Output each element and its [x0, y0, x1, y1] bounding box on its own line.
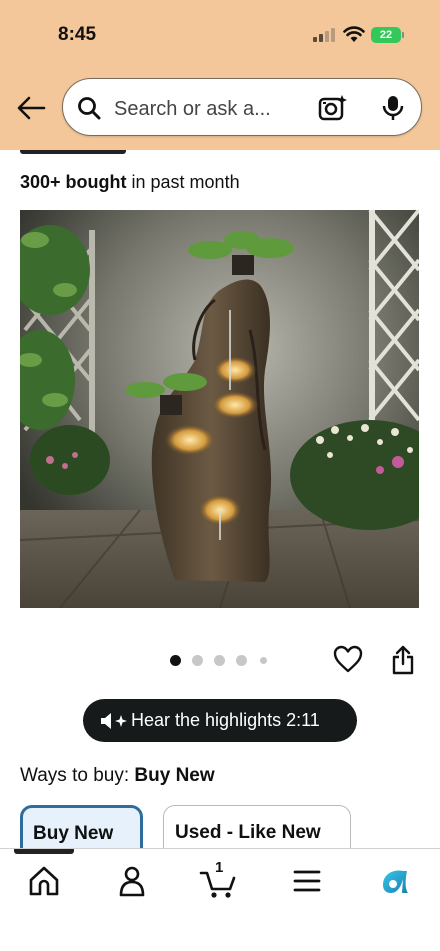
carousel-dot[interactable] — [170, 655, 181, 666]
back-arrow-icon[interactable] — [15, 94, 47, 122]
hear-highlights-button[interactable]: Hear the highlights 2:11 — [83, 699, 357, 742]
wifi-icon — [343, 26, 365, 42]
ways-to-buy-selected: Buy New — [134, 765, 215, 786]
cart-button[interactable]: 1 — [199, 859, 239, 901]
carousel-dot[interactable] — [236, 655, 247, 666]
search-placeholder: Search or ask a... — [114, 98, 271, 120]
ways-to-buy: Ways to buy: Buy New — [20, 765, 215, 787]
bought-count: 300+ bought — [20, 172, 127, 192]
camera-search-icon[interactable] — [318, 94, 348, 122]
heart-icon[interactable] — [333, 645, 363, 673]
bottom-nav: 1 — [0, 848, 440, 951]
home-icon[interactable] — [24, 861, 64, 901]
person-icon[interactable] — [112, 861, 152, 901]
search-icon — [78, 97, 101, 120]
rufus-icon[interactable] — [375, 861, 415, 901]
cart-count: 1 — [215, 859, 224, 876]
share-icon[interactable] — [391, 645, 415, 675]
search-input[interactable]: Search or ask a... — [62, 78, 422, 136]
battery-level: 22 — [379, 29, 393, 41]
image-carousel-dots[interactable] — [170, 655, 280, 667]
battery-icon: 22 — [371, 27, 404, 43]
used-like-new-label: Used - Like New — [175, 822, 321, 843]
header-area: 8:45 22 Search or ask a... — [0, 0, 440, 150]
menu-icon[interactable] — [287, 861, 327, 901]
speaker-sparkle-icon — [101, 713, 127, 729]
carousel-dot[interactable] — [260, 657, 267, 664]
previous-section-tab — [20, 150, 126, 154]
signal-icon — [313, 28, 337, 42]
bought-badge: 300+ bought in past month — [20, 172, 240, 193]
status-bar: 8:45 22 — [0, 0, 440, 70]
carousel-dot[interactable] — [214, 655, 225, 666]
status-time: 8:45 — [58, 24, 97, 45]
fountain-image — [20, 210, 419, 608]
carousel-dot[interactable] — [192, 655, 203, 666]
mic-icon[interactable] — [381, 94, 405, 122]
buy-new-label: Buy New — [33, 823, 114, 844]
product-image[interactable] — [20, 210, 419, 608]
nav-active-indicator — [14, 849, 74, 854]
hear-highlights-label: Hear the highlights 2:11 — [131, 710, 320, 730]
ways-to-buy-label: Ways to buy: — [20, 765, 135, 786]
bought-suffix: in past month — [126, 172, 240, 192]
